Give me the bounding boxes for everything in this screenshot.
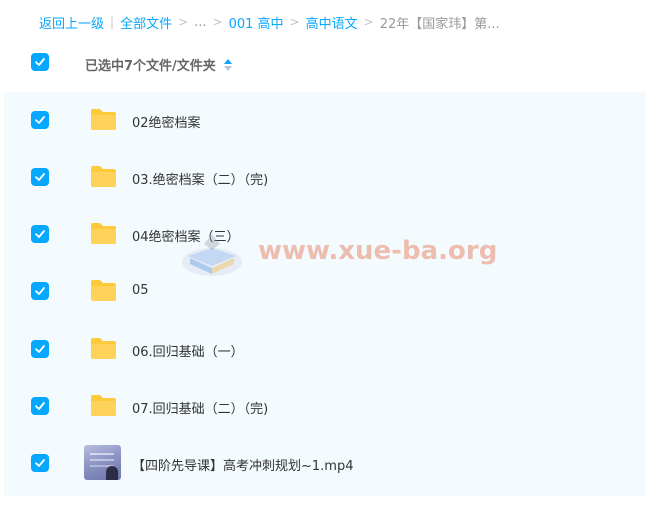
row-checkbox[interactable]	[31, 225, 49, 243]
breadcrumb-level1-link[interactable]: 001 高中	[229, 13, 284, 32]
sort-icon[interactable]	[223, 58, 232, 71]
file-browser: 返回上一级 | 全部文件 > ... > 001 高中 > 高中语文 > 22年…	[0, 0, 646, 510]
checkmark-icon	[35, 230, 45, 238]
checkmark-icon	[35, 58, 45, 66]
file-row-6[interactable]: 【四阶先导课】高考冲刺规划~1.mp4	[4, 435, 646, 492]
row-checkbox[interactable]	[31, 168, 49, 186]
file-row-3[interactable]: 05	[4, 263, 646, 320]
row-checkbox[interactable]	[31, 397, 49, 415]
file-name[interactable]: 04绝密档案（三）	[132, 226, 240, 245]
breadcrumb-current: 22年【国家玮】第...	[379, 16, 500, 32]
checkmark-icon	[35, 173, 45, 181]
file-row-4[interactable]: 06.回归基础（一）	[4, 321, 646, 378]
selection-count-text: 已选中7个文件/文件夹	[85, 59, 216, 74]
row-checkbox[interactable]	[31, 282, 49, 300]
checkmark-icon	[35, 345, 45, 353]
file-row-0[interactable]: 02绝密档案	[4, 92, 646, 149]
breadcrumb-back-link[interactable]: 返回上一级	[39, 13, 104, 32]
file-row-5[interactable]: 07.回归基础（二）（完)	[4, 378, 646, 435]
checkmark-icon	[35, 116, 45, 124]
breadcrumb-divider: |	[110, 15, 115, 29]
chevron-right-icon: >	[212, 15, 223, 29]
file-name[interactable]: 06.回归基础（一）	[132, 341, 244, 360]
folder-icon	[91, 223, 116, 244]
row-checkbox[interactable]	[31, 111, 49, 129]
folder-icon	[91, 338, 116, 359]
file-name[interactable]: 02绝密档案	[132, 112, 201, 131]
row-checkbox[interactable]	[31, 340, 49, 358]
checkmark-icon	[35, 459, 45, 467]
breadcrumb: 返回上一级 | 全部文件 > ... > 001 高中 > 高中语文 > 22年…	[39, 12, 500, 32]
breadcrumb-ellipsis[interactable]: ...	[194, 15, 206, 30]
folder-icon	[91, 395, 116, 416]
checkmark-icon	[35, 287, 45, 295]
file-name[interactable]: 【四阶先导课】高考冲刺规划~1.mp4	[132, 455, 353, 474]
row-checkbox[interactable]	[31, 454, 49, 472]
list-header: 已选中7个文件/文件夹	[0, 44, 646, 84]
file-name[interactable]: 07.回归基础（二）（完)	[132, 398, 268, 417]
video-thumbnail	[84, 445, 121, 480]
chevron-right-icon: >	[363, 15, 374, 29]
file-name[interactable]: 05	[132, 283, 149, 298]
select-all-checkbox[interactable]	[31, 53, 49, 71]
checkmark-icon	[35, 402, 45, 410]
file-list: 02绝密档案 03.绝密档案（二）（完) 04绝密档案（三） 05 06.回归基…	[4, 92, 646, 496]
folder-icon	[91, 109, 116, 130]
folder-icon	[91, 166, 116, 187]
folder-icon	[91, 280, 116, 301]
file-row-1[interactable]: 03.绝密档案（二）（完)	[4, 149, 646, 206]
breadcrumb-all-files-link[interactable]: 全部文件	[120, 13, 172, 32]
selection-count: 已选中7个文件/文件夹	[85, 55, 232, 74]
chevron-right-icon: >	[289, 15, 300, 29]
file-name[interactable]: 03.绝密档案（二）（完)	[132, 169, 268, 188]
chevron-right-icon: >	[178, 15, 189, 29]
breadcrumb-level2-link[interactable]: 高中语文	[306, 13, 358, 32]
file-row-2[interactable]: 04绝密档案（三）	[4, 206, 646, 263]
